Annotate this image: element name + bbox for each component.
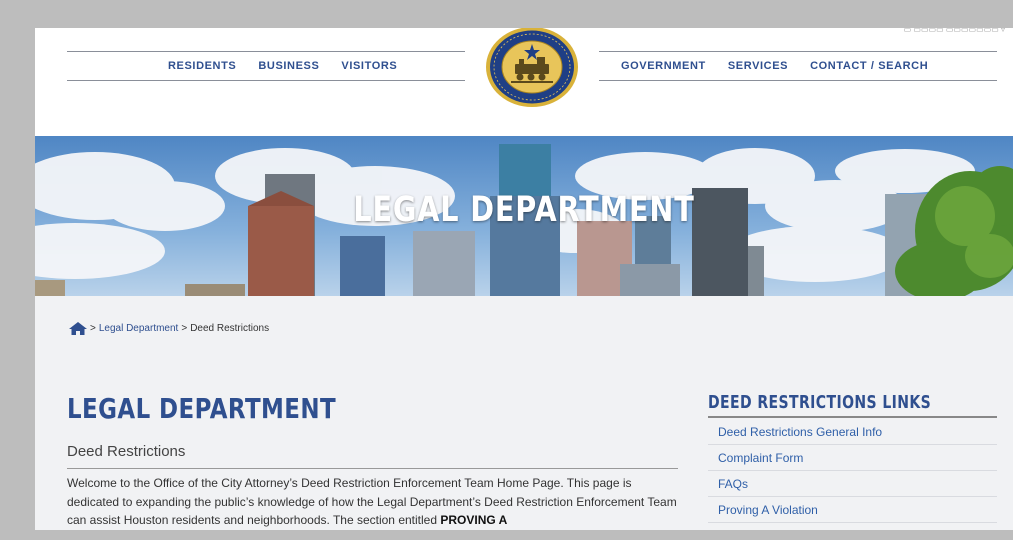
intro-paragraph: Welcome to the Office of the City Attorn…	[67, 474, 679, 530]
section-subtitle: Deed Restrictions	[67, 443, 186, 460]
nav-residents[interactable]: RESIDENTS	[168, 60, 236, 72]
list-item: Proving A Violation	[708, 497, 997, 523]
nav-business[interactable]: BUSINESS	[258, 60, 319, 72]
nav-rule-bottom-right	[599, 80, 997, 81]
nav-rule-top-left	[67, 51, 465, 52]
sidebar-title: DEED RESTRICTIONS LINKS	[708, 392, 932, 413]
nav-rule-bottom-left	[67, 80, 465, 81]
nav-contact-search[interactable]: CONTACT / SEARCH	[810, 60, 928, 72]
nav-left: RESIDENTS BUSINESS VISITORS	[168, 60, 397, 72]
main-content: > Legal Department > Deed Restrictions L…	[35, 296, 1013, 530]
nav-services[interactable]: SERVICES	[728, 60, 788, 72]
list-item: FAQs	[708, 471, 997, 497]
hero-banner: LEGAL DEPARTMENT	[35, 136, 1013, 296]
breadcrumb: > Legal Department > Deed Restrictions	[69, 322, 269, 335]
list-item: Complaint Form	[708, 445, 997, 471]
link-general-info[interactable]: Deed Restrictions General Info	[718, 425, 882, 439]
link-faqs[interactable]: FAQs	[718, 477, 748, 491]
top-utility-bar: ▭ ▭▭▭▭ ▭▭▭▭▭▭▭ ▿	[903, 28, 1005, 34]
page-title: LEGAL DEPARTMENT	[67, 392, 337, 425]
city-seal-logo[interactable]	[485, 28, 579, 108]
list-item: Deed Restrictions General Info	[708, 419, 997, 445]
link-proving-violation[interactable]: Proving A Violation	[718, 503, 818, 517]
divider	[67, 468, 678, 469]
sidebar-links: Deed Restrictions General Info Complaint…	[708, 419, 997, 523]
nav-rule-top-right	[599, 51, 997, 52]
link-complaint-form[interactable]: Complaint Form	[718, 451, 803, 465]
breadcrumb-sep: >	[181, 323, 188, 334]
nav-visitors[interactable]: VISITORS	[341, 60, 397, 72]
nav-government[interactable]: GOVERNMENT	[621, 60, 706, 72]
hero-title: LEGAL DEPARTMENT	[353, 190, 695, 230]
site-header: ▭ ▭▭▭▭ ▭▭▭▭▭▭▭ ▿ RESIDENTS BUSINESS VISI…	[35, 28, 1013, 136]
nav-right: GOVERNMENT SERVICES CONTACT / SEARCH	[621, 60, 928, 72]
breadcrumb-sep: >	[90, 323, 96, 334]
breadcrumb-legal-department[interactable]: Legal Department	[99, 323, 179, 334]
home-icon[interactable]	[69, 322, 87, 335]
breadcrumb-current: Deed Restrictions	[190, 323, 270, 334]
intro-bold-text: PROVING A	[440, 513, 508, 527]
intro-text: Welcome to the Office of the City Attorn…	[67, 476, 677, 527]
sidebar-divider	[708, 416, 997, 418]
page: ▭ ▭▭▭▭ ▭▭▭▭▭▭▭ ▿ RESIDENTS BUSINESS VISI…	[35, 28, 1013, 530]
